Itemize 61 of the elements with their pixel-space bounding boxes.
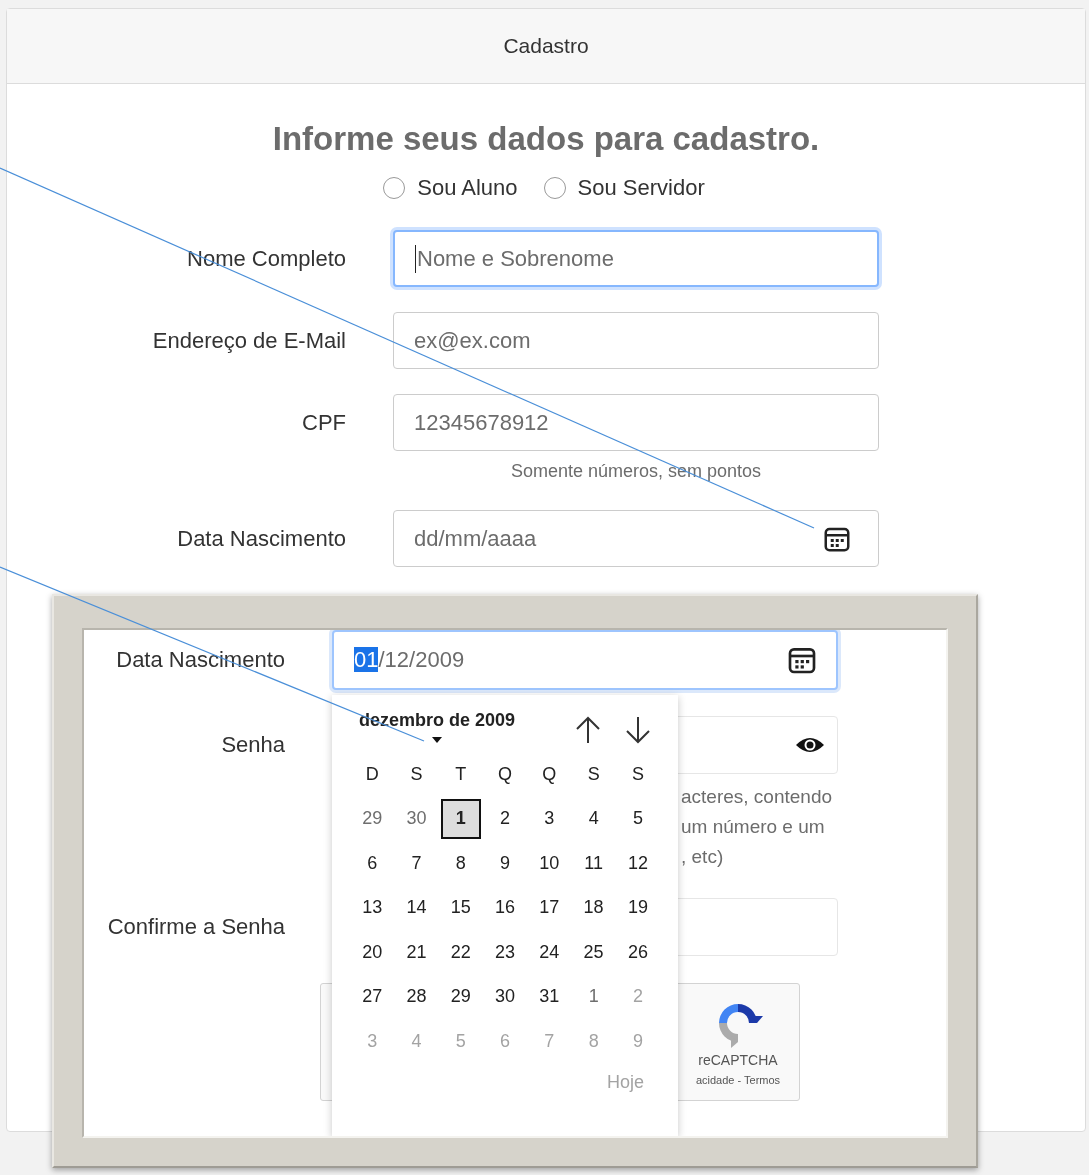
input-field[interactable]: ex@ex.com	[393, 312, 879, 369]
calendar-day[interactable]: 14	[396, 887, 437, 928]
calendar-day[interactable]: 22	[440, 932, 481, 973]
calendar-day[interactable]: 9	[484, 843, 526, 884]
calendar-day[interactable]: 29	[440, 976, 481, 1017]
form-heading: Informe seus dados para cadastro.	[271, 119, 821, 159]
radio-option[interactable]: Sou Aluno	[383, 175, 518, 201]
calendar-day[interactable]: 1	[573, 976, 614, 1017]
weekday-label: S	[409, 762, 424, 786]
calendar-day[interactable]: 19	[617, 887, 659, 928]
weekday-label: S	[586, 762, 601, 786]
calendar-day[interactable]: 15	[440, 887, 481, 928]
calendar-day[interactable]: 16	[484, 887, 526, 928]
weekday-label: Q	[497, 762, 514, 786]
weekday-label: S	[630, 762, 645, 786]
field-label: Senha	[220, 732, 285, 758]
calendar-day[interactable]: 30	[396, 798, 437, 839]
radio-option[interactable]: Sou Servidor	[543, 175, 705, 201]
eye-icon[interactable]	[795, 735, 825, 755]
calendar-day[interactable]: 13	[352, 887, 393, 928]
calendar-day[interactable]: 28	[396, 976, 437, 1017]
calendar-day[interactable]: 17	[529, 887, 570, 928]
calendar-day[interactable]: 7	[396, 843, 437, 884]
calendar-day[interactable]: 3	[529, 798, 570, 839]
down-arrow-icon[interactable]	[624, 716, 652, 744]
calendar-day[interactable]: 23	[484, 932, 526, 973]
field-label: CPF	[301, 409, 346, 436]
calendar-day[interactable]: 29	[352, 798, 393, 839]
password-hint: acteres, contendo um número e um , etc)	[681, 785, 834, 869]
weekday-label: D	[364, 762, 380, 786]
calendar-day[interactable]: 20	[352, 932, 393, 973]
calendar-day[interactable]: 4	[573, 798, 614, 839]
up-arrow-icon[interactable]	[574, 716, 602, 744]
calendar-day[interactable]: 27	[352, 976, 393, 1017]
calendar-day[interactable]: 31	[529, 976, 570, 1017]
calendar-day[interactable]: 24	[529, 932, 570, 973]
calendar-day[interactable]: 11	[573, 843, 614, 884]
field-label: Confirme a Senha	[106, 914, 285, 940]
recaptcha-links[interactable]: acidade - Termos	[695, 1074, 781, 1086]
calendar-day[interactable]: 30	[484, 976, 526, 1017]
calendar-day[interactable]: 6	[352, 843, 393, 884]
weekday-label: Q	[541, 762, 558, 786]
calendar-day[interactable]: 8	[440, 843, 481, 884]
field-label: Endereço de E-Mail	[151, 327, 346, 354]
calendar-day[interactable]: 21	[396, 932, 437, 973]
calendar-day[interactable]: 1	[440, 798, 481, 839]
calendar-day[interactable]: 2	[484, 798, 526, 839]
calendar-day[interactable]: 12	[617, 843, 659, 884]
calendar-day[interactable]: 26	[617, 932, 659, 973]
card-title: Cadastro	[503, 34, 589, 58]
calendar-day[interactable]: 18	[573, 887, 614, 928]
input-field[interactable]: dd/mm/aaaa	[393, 510, 879, 567]
calendar-day[interactable]: 25	[573, 932, 614, 973]
field-label: Data Nascimento	[176, 525, 346, 552]
calendar-day[interactable]: 10	[529, 843, 570, 884]
recaptcha-label: reCAPTCHA	[698, 1052, 778, 1068]
input-field[interactable]: 12345678912	[393, 394, 879, 451]
weekday-label: T	[454, 762, 468, 786]
input-field[interactable]: Nome e Sobrenome	[393, 230, 879, 287]
calendar-day[interactable]: 5	[617, 798, 659, 839]
caret-icon	[432, 737, 443, 743]
